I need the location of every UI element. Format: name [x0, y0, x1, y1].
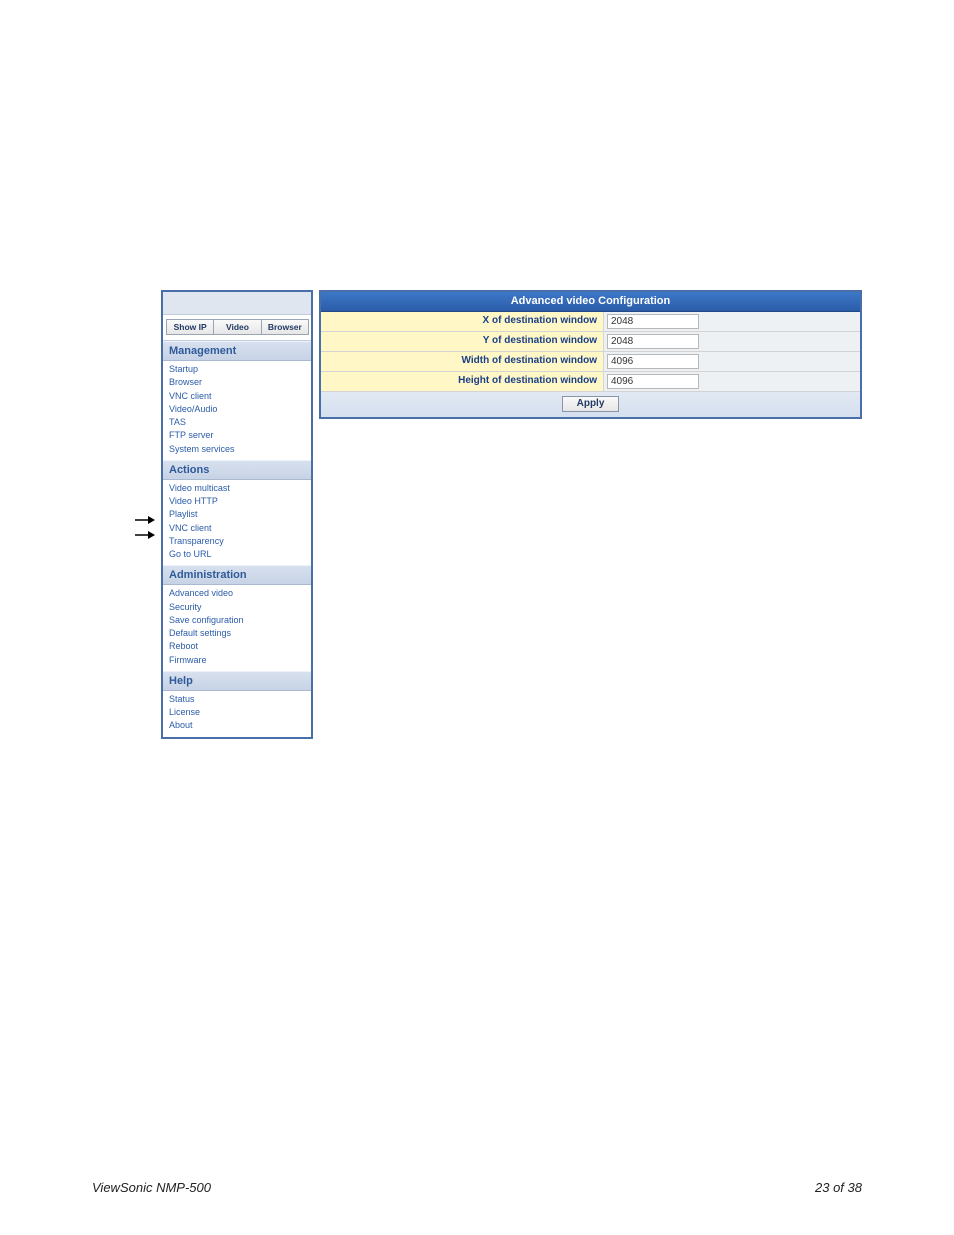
sidebar-item-playlist[interactable]: Playlist [169, 508, 311, 521]
row-height-destination: Height of destination window [321, 372, 860, 392]
arrow-administration-icon [135, 515, 155, 525]
sidebar-item-video-multicast[interactable]: Video multicast [169, 482, 311, 495]
administration-list: Advanced video Security Save configurati… [163, 585, 311, 671]
sidebar-item-license[interactable]: License [169, 706, 311, 719]
input-x-destination[interactable] [607, 314, 699, 329]
apply-row: Apply [321, 392, 860, 417]
sidebar-item-default-settings[interactable]: Default settings [169, 627, 311, 640]
panel-title: Advanced video Configuration [321, 292, 860, 312]
cell-height-destination [604, 372, 860, 391]
row-x-destination: X of destination window [321, 312, 860, 332]
row-width-destination: Width of destination window [321, 352, 860, 372]
help-list: Status License About [163, 691, 311, 737]
cell-x-destination [604, 312, 860, 331]
label-x-destination: X of destination window [321, 312, 604, 331]
sidebar-item-video-http[interactable]: Video HTTP [169, 495, 311, 508]
arrow-advanced-video-icon [135, 530, 155, 540]
input-width-destination[interactable] [607, 354, 699, 369]
sidebar-item-video-audio[interactable]: Video/Audio [169, 403, 311, 416]
footer-page-number: 23 of 38 [815, 1180, 862, 1195]
input-height-destination[interactable] [607, 374, 699, 389]
label-y-destination: Y of destination window [321, 332, 604, 351]
sidebar-item-about[interactable]: About [169, 719, 311, 732]
sidebar-top-blank [163, 292, 311, 315]
sidebar-item-tas[interactable]: TAS [169, 416, 311, 429]
apply-button[interactable]: Apply [562, 396, 620, 412]
footer-product-name: ViewSonic NMP-500 [92, 1180, 211, 1195]
video-button[interactable]: Video [213, 319, 261, 335]
sidebar-item-security[interactable]: Security [169, 601, 311, 614]
sidebar-item-advanced-video[interactable]: Advanced video [169, 587, 311, 600]
sidebar-item-transparency[interactable]: Transparency [169, 535, 311, 548]
sidebar-panel: Show IP Video Browser Management Startup… [161, 290, 313, 739]
sidebar-item-go-to-url[interactable]: Go to URL [169, 548, 311, 561]
row-y-destination: Y of destination window [321, 332, 860, 352]
administration-heading: Administration [163, 565, 311, 585]
show-ip-button[interactable]: Show IP [166, 319, 214, 335]
sidebar-item-vnc-client-2[interactable]: VNC client [169, 522, 311, 535]
cell-y-destination [604, 332, 860, 351]
sidebar-item-firmware[interactable]: Firmware [169, 654, 311, 667]
sidebar-button-row: Show IP Video Browser [163, 315, 311, 341]
input-y-destination[interactable] [607, 334, 699, 349]
management-heading: Management [163, 341, 311, 361]
label-height-destination: Height of destination window [321, 372, 604, 391]
management-list: Startup Browser VNC client Video/Audio T… [163, 361, 311, 460]
actions-heading: Actions [163, 460, 311, 480]
sidebar-item-startup[interactable]: Startup [169, 363, 311, 376]
actions-list: Video multicast Video HTTP Playlist VNC … [163, 480, 311, 566]
sidebar-item-save-configuration[interactable]: Save configuration [169, 614, 311, 627]
help-heading: Help [163, 671, 311, 691]
browser-button[interactable]: Browser [261, 319, 309, 335]
sidebar-item-system-services[interactable]: System services [169, 443, 311, 456]
cell-width-destination [604, 352, 860, 371]
page-footer: ViewSonic NMP-500 23 of 38 [0, 1180, 954, 1195]
main-panel: Advanced video Configuration X of destin… [319, 290, 862, 419]
sidebar-item-reboot[interactable]: Reboot [169, 640, 311, 653]
sidebar-item-vnc-client[interactable]: VNC client [169, 390, 311, 403]
sidebar-item-status[interactable]: Status [169, 693, 311, 706]
sidebar-item-ftp-server[interactable]: FTP server [169, 429, 311, 442]
sidebar-item-browser[interactable]: Browser [169, 376, 311, 389]
label-width-destination: Width of destination window [321, 352, 604, 371]
